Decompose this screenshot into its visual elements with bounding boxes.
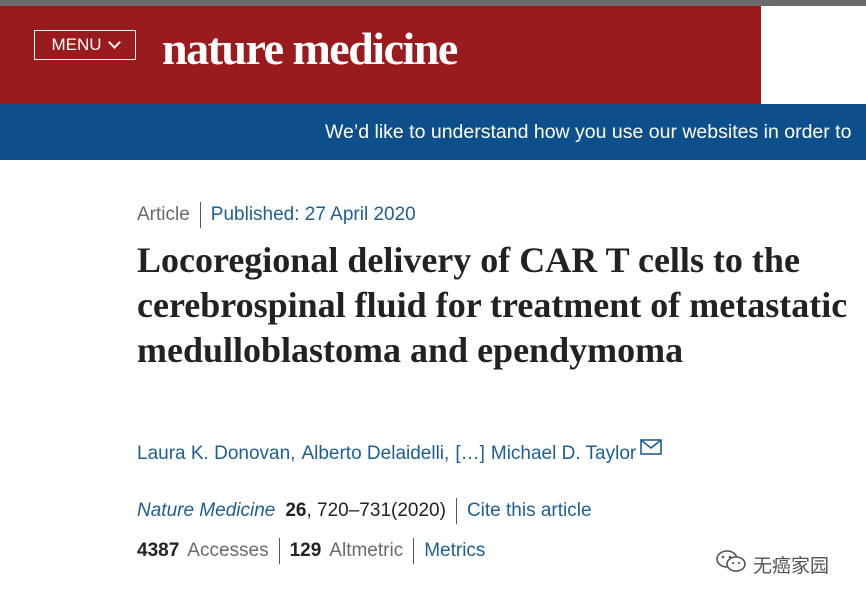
divider bbox=[199, 202, 201, 228]
divider bbox=[455, 498, 457, 524]
watermark-text: 无癌家园 bbox=[753, 554, 830, 577]
cookie-banner-text: We’d like to understand how you use our … bbox=[325, 121, 852, 143]
mail-icon[interactable] bbox=[640, 439, 663, 461]
watermark: 无癌家园 bbox=[715, 548, 829, 580]
article-title: Locoregional delivery of CAR T cells to … bbox=[137, 240, 848, 370]
cite-this-article-link[interactable]: Cite this article bbox=[467, 500, 592, 522]
site-header: MENU nature medicine bbox=[0, 6, 761, 104]
altmetric-label: Altmetric bbox=[329, 540, 404, 561]
altmetric-count: 129 bbox=[289, 540, 322, 561]
cookie-banner: We’d like to understand how you use our … bbox=[0, 104, 866, 160]
menu-button[interactable]: MENU bbox=[34, 30, 136, 60]
author-list: Laura K. Donovan , Alberto Delaidelli , … bbox=[137, 439, 663, 465]
author-separator: , bbox=[444, 443, 450, 464]
accesses-count: 4387 bbox=[137, 540, 180, 561]
wechat-icon bbox=[715, 548, 747, 580]
journal-name[interactable]: Nature Medicine bbox=[137, 500, 275, 522]
author-link[interactable]: Michael D. Taylor bbox=[491, 443, 636, 465]
author-link[interactable]: Alberto Delaidelli bbox=[301, 443, 444, 465]
metrics-line: 4387 Accesses 129 Altmetric Metrics bbox=[137, 538, 485, 564]
volume-number: 26 bbox=[285, 500, 307, 521]
metrics-link[interactable]: Metrics bbox=[424, 540, 485, 562]
article-meta: Article Published: 27 April 2020 bbox=[137, 202, 416, 228]
chevron-down-icon bbox=[107, 36, 121, 49]
accesses-label: Accesses bbox=[187, 540, 269, 561]
menu-label: MENU bbox=[51, 35, 102, 54]
header-right-area bbox=[761, 6, 866, 104]
show-all-authors-button[interactable]: […] bbox=[455, 443, 485, 465]
article-type: Article bbox=[137, 204, 190, 225]
published-date: Published: 27 April 2020 bbox=[210, 204, 416, 225]
author-separator: , bbox=[290, 443, 296, 464]
divider bbox=[278, 538, 280, 564]
citation-line: Nature Medicine 26 , 720–731(2020) Cite … bbox=[137, 498, 592, 524]
author-link[interactable]: Laura K. Donovan bbox=[137, 443, 290, 465]
brand-logo[interactable]: nature medicine bbox=[162, 24, 458, 74]
divider bbox=[413, 538, 415, 564]
page-range: , 720–731(2020) bbox=[306, 500, 446, 521]
